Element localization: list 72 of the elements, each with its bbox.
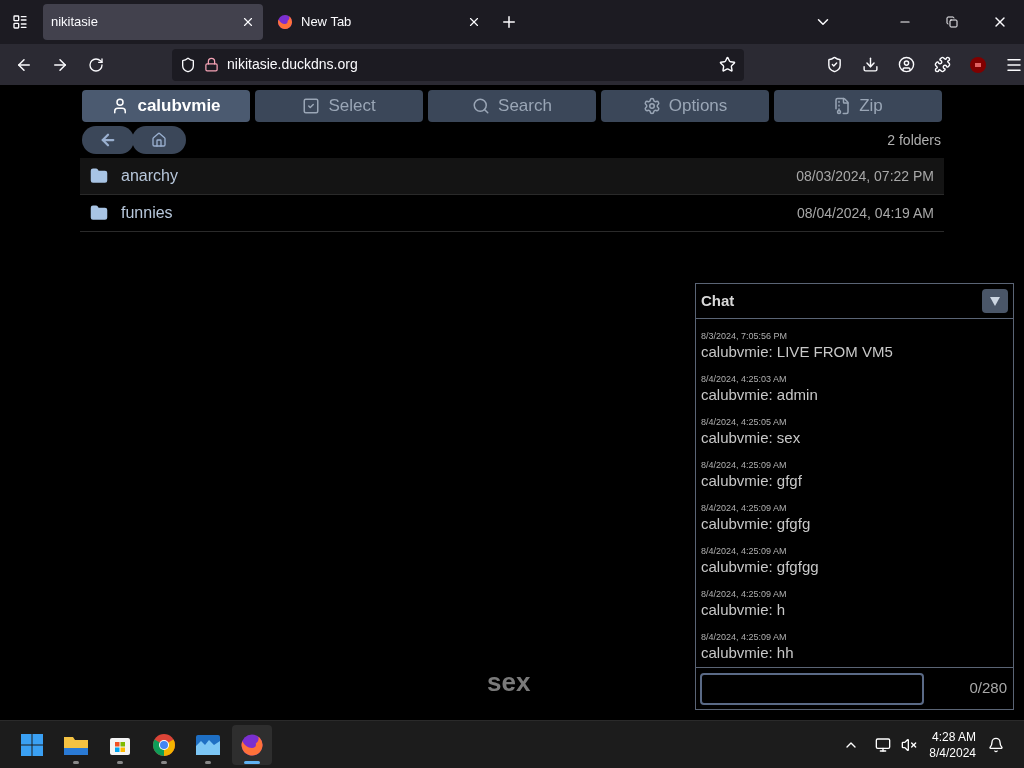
back-icon [99,131,117,149]
home-icon [151,132,167,148]
folder-count: 2 folders [887,130,941,150]
toolbar-button[interactable]: Options [601,90,769,122]
tab-title: New Tab [301,13,353,32]
toolbar-button[interactable]: Select [255,90,423,122]
browser-tab[interactable]: New Tab [269,4,489,40]
message-time: 8/4/2024, 4:25:09 AM [701,546,788,557]
folder-date: 08/03/2024, 07:22 PM [796,166,934,186]
message-time: 8/4/2024, 4:25:09 AM [701,589,788,600]
star-icon[interactable] [719,56,736,73]
close-icon[interactable] [467,15,481,29]
browser-icon[interactable] [152,732,176,757]
toolbar-button[interactable]: Search [428,90,596,122]
volume-muted-icon[interactable] [901,736,918,753]
message-text: calubvmie: LIVE FROM VM5 [701,342,894,362]
search-icon [472,97,491,115]
footer-text: sex [487,666,531,699]
message-text: calubvmie: hh [701,643,795,663]
message-text: calubvmie: admin [701,385,819,405]
folder-row[interactable]: anarchy 08/03/2024, 07:22 PM [80,158,944,195]
character-counter: 0/280 [969,678,1007,699]
folder-icon [90,167,108,185]
checkbox-icon [302,97,321,115]
gear-icon [642,97,661,115]
extension-icon[interactable] [970,56,986,73]
message-time: 8/3/2024, 7:05:56 PM [701,331,789,342]
message-time: 8/4/2024, 4:25:03 AM [701,374,788,385]
message-time: 8/4/2024, 4:25:09 AM [701,632,788,643]
archive-icon [833,97,852,115]
folder-date: 08/04/2024, 04:19 AM [797,203,934,223]
back-button[interactable] [82,126,134,154]
photos-icon[interactable] [195,733,221,756]
chat-title: Chat [701,290,736,311]
lock-icon [204,57,219,72]
folder-name: anarchy [121,166,178,186]
clock-date: 8/4/2024 [929,744,976,761]
toolbar-button[interactable]: calubvmie [82,90,250,122]
message-text: calubvmie: h [701,600,787,620]
download-icon[interactable] [862,56,879,73]
clock-time: 4:28 AM [931,728,976,745]
chat-input[interactable] [700,672,924,705]
firefox-icon [277,14,293,30]
tab-list-icon[interactable] [12,14,28,30]
home-button[interactable] [132,126,186,154]
firefox-icon [240,732,264,757]
collapse-button[interactable] [982,289,1008,313]
folder-icon [90,204,108,222]
message-text: calubvmie: gfgfg [701,514,812,534]
message-text: calubvmie: gfgf [701,471,803,491]
message-time: 8/4/2024, 4:25:09 AM [701,460,788,471]
message-text: calubvmie: sex [701,428,802,448]
url-text: nikitasie.duckdns.org [227,55,359,74]
notification-icon[interactable] [988,736,1004,753]
tab-title: nikitasie [51,13,99,32]
windows-icon[interactable] [20,732,44,757]
address-bar[interactable]: nikitasie.duckdns.org [172,48,744,81]
message-time: 8/4/2024, 4:25:05 AM [701,417,788,428]
shield-icon [180,56,196,73]
close-icon[interactable] [241,15,255,29]
account-icon[interactable] [898,56,915,73]
taskbar-app[interactable] [232,724,272,765]
message-time: 8/4/2024, 4:25:09 AM [701,503,788,514]
browser-tab[interactable]: nikitasie [43,4,263,40]
new-tab-icon[interactable] [500,13,518,31]
toolbar-button[interactable]: Zip [774,90,942,122]
reload-icon[interactable] [88,56,104,73]
restore-icon[interactable] [946,16,958,28]
message-text: calubvmie: gfgfgg [701,557,820,577]
triangle-down-icon [990,296,1000,306]
folder-name: funnies [121,203,173,223]
extensions-icon[interactable] [934,56,951,73]
